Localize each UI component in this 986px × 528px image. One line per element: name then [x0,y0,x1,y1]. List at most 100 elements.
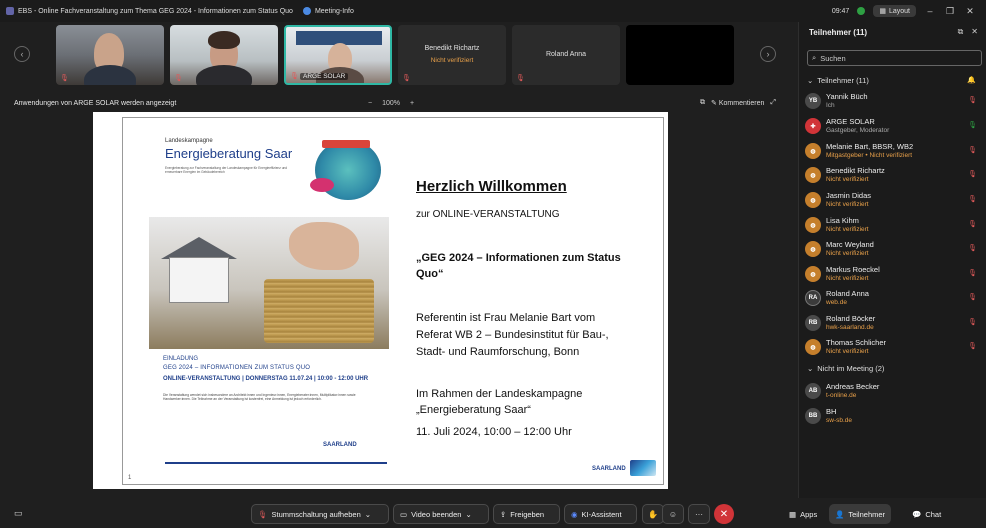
meeting-info-button[interactable]: Meeting-Info [302,7,354,15]
flyer-blurb: Energieberatung zur Fachveranstaltung de… [165,166,288,174]
participant-name: Benedikt Richartz [826,166,885,175]
muted-mic-icon: 🎙 [968,343,977,350]
apps-button[interactable]: ▦ Apps [783,504,823,524]
absent-participant-row[interactable]: AB Andreas Becker t-online.de [805,380,981,404]
apps-icon: ▦ [789,509,797,519]
zoom-in-button[interactable]: + [410,100,414,107]
presence-status-icon[interactable] [857,7,866,15]
comments-button[interactable]: ✎ Kommentieren [711,99,764,107]
participant-name: Roland Anna [826,289,869,298]
zoom-controls: − 100% + [368,96,414,110]
participant-row[interactable]: ◍ Markus Roeckel Nicht verifiziert 🎙 [805,263,981,287]
participant-name: Roland Böcker [826,314,876,323]
participant-row[interactable]: RA Roland Anna web.de 🎙 [805,287,981,311]
mute-all-icon[interactable]: 🔔 [967,76,976,84]
flyer-event-title: GEG 2024 – INFORMATIONEN ZUM STATUS QUO [163,365,311,371]
slide-online-line: zur ONLINE-VERANSTALTUNG [416,209,560,220]
video-off-label: Video beenden [411,509,462,519]
muted-mic-icon: 🎙 [968,196,977,203]
muted-mic-icon: 🎙 [968,270,977,277]
participant-row[interactable]: ◍ Jasmin Didas Nicht verifiziert 🎙 [805,189,981,213]
campaign-badge-banner [322,140,370,148]
participant-name: Andreas Becker [826,382,880,391]
section-in-meeting-label: Teilnehmer (11) [817,76,869,85]
participant-row[interactable]: ✚ ARGE SOLAR Gastgeber, Moderator 🎙 [805,115,981,139]
slide-topic-line-1: „GEG 2024 – Informationen zum Status [416,252,621,264]
ai-assistant-button[interactable]: ◉ KI-Assistent [564,504,637,524]
hand [289,222,359,270]
share-button[interactable]: ⇪ Freigeben [493,504,560,524]
minimize-button[interactable]: – [924,6,936,16]
popout-icon[interactable]: ⧉ [958,27,964,37]
avatar: BB [805,408,821,424]
layout-button[interactable]: ▦ Layout [873,5,916,17]
participant-row[interactable]: YB Yannik Büch Ich 🎙 [805,90,981,114]
video-tile-5[interactable]: Roland Anna 🎙 [512,25,620,85]
video-tile-4[interactable]: Benedikt Richartz Nicht verifiziert 🎙 [398,25,506,85]
participant-row[interactable]: ◍ Thomas Schlicher Nicht verifiziert 🎙 [805,336,981,360]
participant-row[interactable]: ◍ Benedikt Richartz Nicht verifiziert 🎙 [805,164,981,188]
flyer-event-date: ONLINE-VERANSTALTUNG | DONNERSTAG 11.07.… [163,376,369,382]
avatar: ◍ [805,241,821,257]
layout-icon: ▦ [879,8,886,15]
participant-name: Melanie Bart, BBSR, WB2 [826,142,914,151]
participant-name: ARGE SOLAR [826,117,875,126]
absent-participant-row[interactable]: BB BH sw-sb.de [805,405,981,429]
unmute-button[interactable]: 🎙 Stummschaltung aufheben ⌄ [251,504,389,524]
popout-icon[interactable]: ⧉ [700,99,705,107]
section-in-meeting[interactable]: ⌄ Teilnehmer (11) [807,76,869,85]
coin-stacks [264,279,374,343]
title-bar: EBS - Online Fachveranstaltung zum Thema… [0,0,986,22]
fullscreen-icon[interactable]: ⤢ [770,99,776,107]
info-icon [302,7,311,15]
participant-domain: t-online.de [826,392,857,399]
participant-row[interactable]: RB Roland Böcker hwk-saarland.de 🎙 [805,312,981,336]
muted-mic-icon: 🎙 [968,294,977,301]
event-flyer: Landeskampagne Energieberatung Saar Ener… [145,132,392,477]
raise-hand-button[interactable]: ✋ [642,504,664,524]
meeting-title: EBS - Online Fachveranstaltung zum Thema… [18,7,293,15]
strip-prev-button[interactable]: ‹ [14,46,30,62]
participant-row[interactable]: ◍ Lisa Kihm Nicht verifiziert 🎙 [805,214,981,238]
chat-button[interactable]: 💬 Chat [906,504,947,524]
flyer-title: Energieberatung Saar [165,146,293,161]
chevron-down-icon[interactable]: ⌄ [365,510,371,519]
close-panel-icon[interactable]: ✕ [971,27,978,37]
share-info-bar: Anwendungen von ARGE SOLAR werden angeze… [0,96,790,110]
video-tile-2[interactable]: 🎙 [170,25,278,85]
flyer-invitation-label: EINLADUNG [163,356,199,362]
zoom-out-button[interactable]: − [368,100,372,107]
section-not-in-meeting-label: Nicht im Meeting (2) [817,364,885,373]
chevron-down-icon[interactable]: ⌄ [465,510,471,519]
muted-mic-icon: 🎙 [968,319,977,326]
meeting-timer: 09:47 [831,7,850,15]
sharing-status-text: Anwendungen von ARGE SOLAR werden angeze… [14,99,177,107]
section-not-in-meeting[interactable]: ⌄ Nicht im Meeting (2) [807,364,884,373]
participants-icon: 👤 [835,509,845,519]
video-tile-6[interactable] [626,25,734,85]
muted-mic-icon: 🎙 [258,509,268,519]
video-off-button[interactable]: ▭ Video beenden ⌄ [393,504,489,524]
maximize-button[interactable]: ❐ [944,6,956,17]
mic-on-icon: 🎙 [968,122,977,129]
layout-label: Layout [888,7,910,15]
participant-role: Gastgeber, Moderator [826,127,890,134]
saarland-flag-logo [630,460,656,476]
participants-button[interactable]: 👤 Teilnehmer [829,504,892,524]
slide-topic-line-2: Quo“ [416,268,444,280]
titlebar-controls: 09:47 ▦ Layout – ❐ ✕ [832,0,986,22]
video-strip: ‹ 🎙 🎙 🎙 ARGE SOLAR Benedikt Richartz Nic… [0,22,790,94]
close-button[interactable]: ✕ [964,6,976,17]
video-tile-1[interactable]: 🎙 [56,25,164,85]
more-options-button[interactable]: ··· [688,504,710,524]
participant-row[interactable]: ◍ Melanie Bart, BBSR, WB2 Mitgastgeber •… [805,140,981,164]
muted-mic-icon: 🎙 [402,75,411,82]
reactions-button[interactable]: ☺ [662,504,684,524]
leave-call-button[interactable]: ✕ [714,504,734,524]
slide-saarland-logo: SAARLAND [592,466,626,472]
participant-role: Ich [826,102,835,109]
strip-next-button[interactable]: › [760,46,776,62]
participant-search-input[interactable]: ⌕ Suchen [807,50,982,66]
video-tile-active-speaker[interactable]: 🎙 ARGE SOLAR [284,25,392,85]
participant-row[interactable]: ◍ Marc Weyland Nicht verifiziert 🎙 [805,238,981,262]
